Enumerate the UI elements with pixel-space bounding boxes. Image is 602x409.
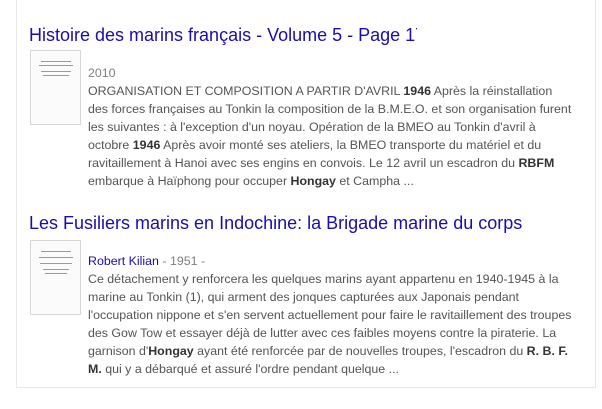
book-cover-thumbnail[interactable]	[30, 240, 81, 315]
result-snippet: 2010 ORGANISATION ET COMPOSITION A PARTI…	[88, 64, 574, 190]
snippet-segment: qui y a débarqué et assuré l'ordre penda…	[101, 362, 399, 376]
highlighted-term: Hongay	[290, 174, 336, 188]
snippet-segment: ayant été renforcée par de nouvelles tro…	[193, 344, 527, 358]
result-snippet: Robert Kilian - 1951 - Ce détachement y …	[88, 252, 574, 378]
highlighted-term: 1946	[403, 84, 431, 98]
result-snippet-text: Ce détachement y renforcera les quelques…	[88, 270, 574, 378]
result-title-link[interactable]: Histoire des marins français - Volume 5 …	[29, 25, 417, 46]
snippet-segment: embarque à Haïphong pour occuper	[88, 174, 291, 188]
highlighted-term: 1946	[132, 138, 161, 152]
result-year: - 1951 -	[158, 254, 206, 268]
result-title-link[interactable]: Les Fusiliers marins en Indochine: la Br…	[29, 213, 529, 234]
highlighted-term: Hongay	[148, 344, 194, 358]
highlighted-term: RBFM	[518, 156, 555, 170]
snippet-segment: et Campha ...	[335, 174, 414, 188]
book-cover-thumbnail[interactable]	[30, 50, 81, 125]
result-snippet-text: ORGANISATION ET COMPOSITION A PARTIR D'A…	[88, 82, 574, 190]
result-author-link[interactable]: Robert Kilian	[88, 254, 159, 268]
snippet-segment: ORGANISATION ET COMPOSITION A PARTIR D'A…	[88, 84, 404, 98]
result-year: 2010	[88, 66, 116, 80]
